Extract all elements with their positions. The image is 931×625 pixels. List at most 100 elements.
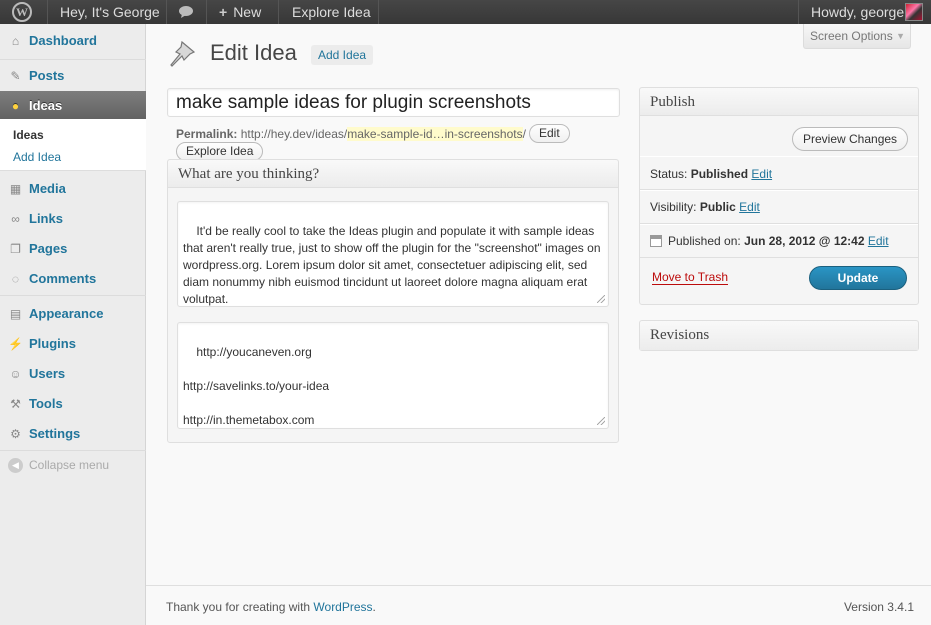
sidebar-item-appearance[interactable]: ▤ Appearance: [0, 299, 146, 329]
sidebar-item-media[interactable]: ▦ Media: [0, 174, 146, 204]
version-text: Version 3.4.1: [843, 600, 914, 614]
sidebar-item-dashboard[interactable]: ⌂ Dashboard: [0, 26, 146, 56]
sidebar-item-posts[interactable]: ✎ Posts: [0, 61, 146, 91]
edit-date-link[interactable]: Edit: [868, 234, 889, 248]
move-to-trash-link[interactable]: Move to Trash: [652, 270, 729, 285]
explore-idea-link[interactable]: Explore Idea: [292, 0, 371, 24]
preview-changes-button[interactable]: Preview Changes: [792, 127, 909, 151]
published-on-row: Published on: Jun 28, 2012 @ 12:42 Edit: [640, 224, 918, 258]
wordpress-logo-icon: W: [12, 2, 32, 22]
revisions-metabox[interactable]: Revisions: [639, 320, 919, 351]
sidebar-item-settings[interactable]: ⚙ Settings: [0, 419, 146, 449]
plugin-icon: ⚡: [8, 337, 23, 351]
edit-permalink-button[interactable]: Edit: [529, 124, 570, 143]
media-icon: ▦: [9, 182, 22, 196]
sidebar-item-label: Comments: [29, 271, 97, 286]
site-name-link[interactable]: Hey, It's George: [60, 0, 160, 24]
pushpin-icon: [168, 38, 198, 70]
sidebar-item-label: Appearance: [29, 306, 104, 321]
sidebar-item-label: Ideas: [29, 98, 63, 113]
permalink-label: Permalink:: [176, 127, 238, 141]
footer-thanks: Thank you for creating with WordPress.: [166, 600, 376, 614]
submenu-item-ideas[interactable]: Ideas: [13, 128, 44, 142]
screen-options-label: Screen Options: [810, 29, 893, 43]
submenu-item-add-idea[interactable]: Add Idea: [13, 150, 61, 164]
update-button[interactable]: Update: [809, 266, 907, 290]
sidebar-item-label: Media: [29, 181, 66, 196]
collapse-label: Collapse menu: [29, 458, 110, 472]
new-content-menu[interactable]: + New: [219, 0, 261, 24]
comment-icon: ◌: [11, 272, 20, 286]
visibility-value: Public: [699, 200, 736, 214]
sidebar-item-comments[interactable]: ◌ Comments: [0, 264, 146, 294]
sidebar-item-pages[interactable]: ❐ Pages: [0, 234, 146, 264]
admin-sidebar: ⌂ Dashboard ✎ Posts ● Ideas Ideas Add Id…: [0, 24, 146, 625]
new-label: New: [233, 4, 262, 20]
idea-description-textarea[interactable]: It'd be really cool to take the Ideas pl…: [177, 201, 609, 307]
collapse-arrow-icon: ◀: [8, 458, 23, 474]
sidebar-item-label: Posts: [29, 68, 65, 83]
footer-thanks-text: Thank you for creating with: [166, 600, 314, 614]
edit-status-link[interactable]: Edit: [751, 167, 772, 181]
sidebar-item-ideas[interactable]: ● Ideas: [0, 91, 146, 121]
publish-metabox: Publish Preview Changes Status: Publishe…: [639, 87, 919, 305]
resize-grip-icon[interactable]: [597, 417, 605, 425]
ideas-submenu: Ideas Add Idea: [0, 119, 146, 171]
collapse-menu-button[interactable]: ◀ Collapse menu: [8, 458, 110, 474]
idea-title-input[interactable]: [167, 88, 620, 117]
lightbulb-icon: ●: [11, 99, 20, 113]
tools-icon: ⚒: [10, 397, 21, 411]
screen-options-button[interactable]: Screen Options ▼: [803, 24, 911, 49]
thinking-metabox: What are you thinking? It'd be really co…: [167, 159, 619, 443]
resize-grip-icon[interactable]: [597, 295, 605, 303]
edit-visibility-link[interactable]: Edit: [739, 200, 760, 214]
published-label: Published on:: [668, 234, 741, 248]
sidebar-item-tools[interactable]: ⚒ Tools: [0, 389, 146, 419]
status-label: Status:: [650, 167, 688, 181]
sidebar-item-label: Tools: [29, 396, 63, 411]
sidebar-item-label: Pages: [29, 241, 68, 256]
description-text: It'd be really cool to take the Ideas pl…: [183, 224, 604, 306]
admin-bar: W Hey, It's George + New Explore Idea How…: [0, 0, 931, 24]
page-title: Edit Idea: [210, 40, 297, 65]
status-row: Status: Published Edit: [640, 156, 918, 190]
revisions-title: Revisions: [640, 321, 918, 350]
metabox-title: What are you thinking?: [168, 160, 618, 188]
idea-links-textarea[interactable]: http://youcaneven.org http://savelinks.t…: [177, 322, 609, 429]
add-idea-button[interactable]: Add Idea: [311, 45, 374, 65]
link-icon: ∞: [11, 212, 20, 226]
visibility-row: Visibility: Public Edit: [640, 190, 918, 224]
pages-icon: ❐: [10, 242, 21, 256]
sidebar-item-users[interactable]: ☺ Users: [0, 359, 146, 389]
status-value: Published: [690, 167, 749, 181]
sidebar-item-label: Dashboard: [29, 33, 97, 48]
plus-icon: +: [219, 4, 228, 20]
links-text: http://youcaneven.org http://savelinks.t…: [183, 345, 330, 427]
sidebar-item-plugins[interactable]: ⚡ Plugins: [0, 329, 146, 359]
published-value: Jun 28, 2012 @ 12:42: [744, 234, 865, 248]
dashboard-icon: ⌂: [11, 34, 20, 48]
permalink-end: /: [522, 127, 526, 141]
avatar[interactable]: [905, 3, 923, 21]
visibility-label: Visibility:: [650, 200, 697, 214]
permalink-slug[interactable]: make-sample-id…in-screenshots: [347, 127, 523, 141]
footer: Thank you for creating with WordPress. V…: [146, 585, 931, 625]
sidebar-item-label: Links: [29, 211, 63, 226]
howdy-user-menu[interactable]: Howdy, george: [811, 0, 904, 24]
wordpress-logo-menu[interactable]: W: [0, 0, 48, 24]
settings-icon: ⚙: [10, 427, 21, 441]
sidebar-item-links[interactable]: ∞ Links: [0, 204, 146, 234]
comments-bubble-icon[interactable]: [178, 0, 196, 24]
pin-icon: ✎: [10, 69, 21, 83]
publish-title: Publish: [640, 88, 918, 116]
permalink-row: Permalink: http://hey.dev/ideas/make-sam…: [176, 127, 526, 141]
chevron-down-icon: ▼: [896, 31, 905, 41]
appearance-icon: ▤: [9, 307, 22, 321]
sidebar-item-label: Plugins: [29, 336, 76, 351]
wordpress-link[interactable]: WordPress: [313, 600, 372, 614]
sidebar-item-label: Users: [29, 366, 66, 381]
sidebar-item-label: Settings: [29, 426, 81, 441]
users-icon: ☺: [9, 367, 22, 381]
footer-period: .: [372, 600, 376, 614]
calendar-icon: [650, 235, 662, 247]
